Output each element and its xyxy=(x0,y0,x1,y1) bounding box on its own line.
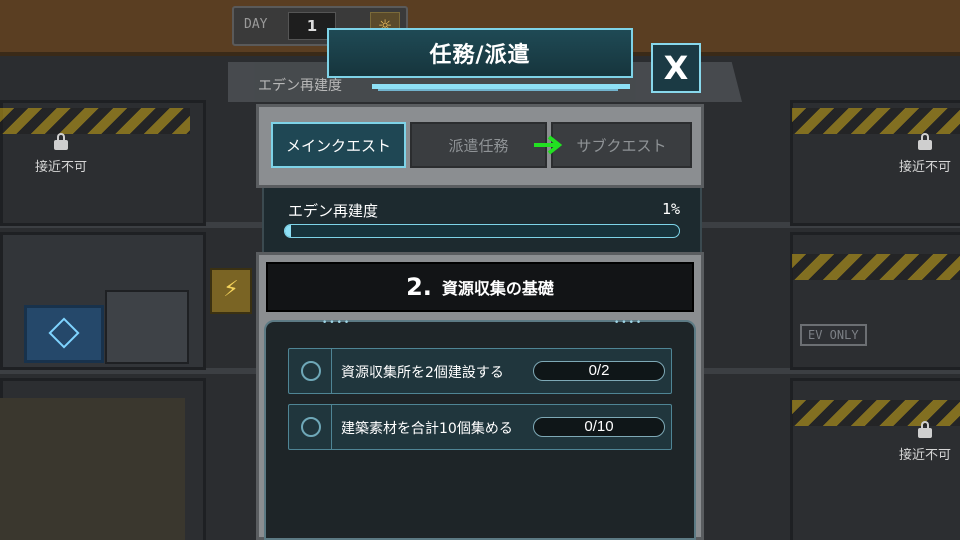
modal-title: 任務/派遣 xyxy=(327,28,633,78)
locked-room xyxy=(790,232,960,370)
locked-label: 接近不可 xyxy=(898,448,951,463)
hazard-stripe xyxy=(0,108,190,134)
supply-crate[interactable] xyxy=(24,305,104,363)
task-row[interactable]: 資源収集所を2個建設する 0/2 xyxy=(288,348,672,394)
day-label: DAY xyxy=(244,17,268,32)
tab-dispatch-mission[interactable]: 派遣任務 xyxy=(410,122,547,168)
locked-area-right-top: 接近不可 xyxy=(870,133,960,175)
ev-only-sign: EV ONLY xyxy=(800,324,867,346)
lock-icon xyxy=(918,133,932,150)
lock-icon xyxy=(54,133,68,150)
lock-icon xyxy=(918,421,932,438)
hazard-stripe xyxy=(792,108,960,134)
title-underline xyxy=(372,84,630,89)
divider xyxy=(331,405,332,449)
eden-progress-panel: エデン再建度 1% xyxy=(262,188,702,252)
power-bolt-icon[interactable]: ⚡ xyxy=(210,268,252,314)
locked-area-right-bottom: 接近不可 xyxy=(870,421,960,463)
arrow-right-icon xyxy=(534,135,563,155)
tab-sub-quest[interactable]: サブクエスト xyxy=(551,122,692,168)
task-text: 建築素材を合計10個集める xyxy=(341,421,513,437)
hazard-stripe xyxy=(792,400,960,426)
locked-area-left: 接近不可 xyxy=(6,133,116,175)
checkbox-circle-icon xyxy=(301,417,321,437)
checkbox-circle-icon xyxy=(301,361,321,381)
quest-title: 資源収集の基礎 xyxy=(441,279,554,298)
progress-label: エデン再建度 xyxy=(288,202,379,220)
modal-title-text: 任務/派遣 xyxy=(429,43,531,68)
tab-bar: メインクエスト 派遣任務 サブクエスト xyxy=(256,104,704,188)
locked-label: 接近不可 xyxy=(34,160,87,175)
decor-dots: •••• xyxy=(614,318,644,328)
tab-main-quest[interactable]: メインクエスト xyxy=(271,122,406,168)
progress-bar xyxy=(284,224,680,238)
locked-label: 接近不可 xyxy=(898,160,951,175)
progress-fill xyxy=(285,225,291,237)
task-count: 0/10 xyxy=(533,417,665,437)
task-count: 0/2 xyxy=(533,361,665,381)
quest-header: 2. 資源収集の基礎 xyxy=(266,262,694,312)
close-button[interactable]: X xyxy=(651,43,701,93)
progress-value: 1% xyxy=(661,200,680,218)
task-text: 資源収集所を2個建設する xyxy=(341,365,504,381)
decor-dots: •••• xyxy=(322,318,352,328)
hazard-stripe xyxy=(792,254,960,280)
divider xyxy=(331,349,332,393)
farm-floor xyxy=(0,398,185,540)
banner-label: エデン再建度 xyxy=(258,78,342,94)
quest-number: 2. xyxy=(406,273,432,301)
storage-tanks xyxy=(105,290,189,364)
task-row[interactable]: 建築素材を合計10個集める 0/10 xyxy=(288,404,672,450)
